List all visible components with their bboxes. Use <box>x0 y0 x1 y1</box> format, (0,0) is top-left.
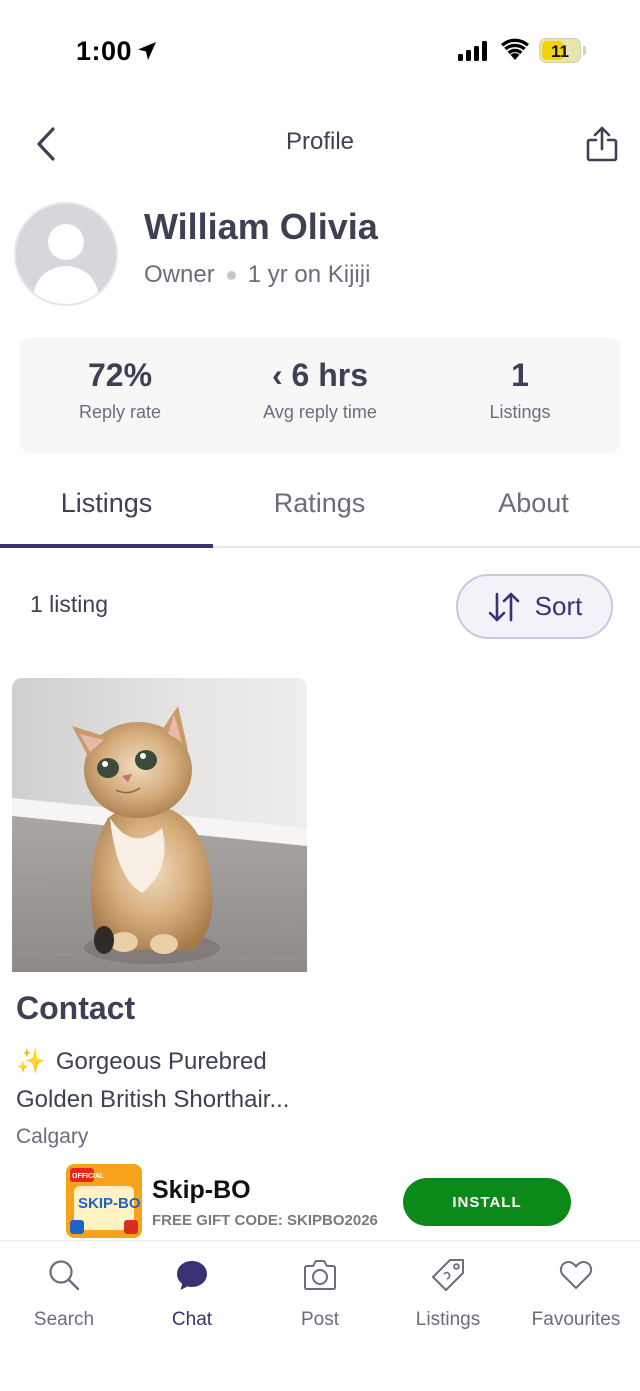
share-button[interactable] <box>582 124 622 164</box>
battery-percent: 11 <box>551 42 569 61</box>
tab-listings[interactable]: Listings <box>0 488 213 519</box>
tag-icon <box>384 1255 512 1295</box>
ad-subtitle: FREE GIFT CODE: SKIPBO2026 <box>152 1212 378 1229</box>
nav-label: Post <box>300 1309 340 1330</box>
listing-photo[interactable] <box>12 678 307 972</box>
battery-indicator: 11 <box>539 38 581 63</box>
signal-icon <box>458 41 487 61</box>
chat-icon <box>128 1255 256 1295</box>
bottom-nav: Search Chat Post Listings Favourites <box>0 1240 640 1391</box>
sort-arrows-icon <box>488 592 519 621</box>
tab-about[interactable]: About <box>427 488 640 519</box>
user-placeholder-icon <box>16 204 116 304</box>
listing-price: Contact <box>16 990 136 1026</box>
wifi-icon <box>501 38 529 60</box>
sparkles-icon: ✨ <box>16 1048 46 1075</box>
listing-card[interactable]: Contact ✨ Gorgeous Purebred Golden Britis… <box>12 678 308 1149</box>
stat-listings: 1 Listings <box>420 357 620 423</box>
nav-post[interactable]: Post <box>256 1255 384 1331</box>
profile-tenure: 1 yr on Kijiji <box>247 261 371 288</box>
page-title: Profile <box>285 128 355 155</box>
meta-separator-dot <box>226 270 236 280</box>
listing-title: ✨ Gorgeous Purebred Golden British Shorth… <box>16 1043 316 1119</box>
stat-label: Listings <box>489 402 551 422</box>
tab-ratings[interactable]: Ratings <box>213 488 426 519</box>
nav-listings[interactable]: Listings <box>384 1255 512 1331</box>
listing-title-text: Gorgeous Purebred Golden British Shortha… <box>16 1048 290 1113</box>
stat-label: Reply rate <box>78 402 162 422</box>
avatar <box>14 202 118 306</box>
nav-label: Search <box>33 1309 95 1330</box>
ad-logo-badge: OFFICIAL <box>72 1173 105 1180</box>
nav-favourites[interactable]: Favourites <box>512 1255 640 1331</box>
stat-reply-rate: 72% Reply rate <box>20 357 220 423</box>
sort-button[interactable]: Sort <box>456 574 613 639</box>
nav-chat[interactable]: Chat <box>128 1255 256 1331</box>
stat-value: 1 <box>511 357 529 393</box>
battery-cap <box>583 46 586 55</box>
profile-role: Owner <box>144 261 215 288</box>
listing-location: Calgary <box>16 1125 89 1148</box>
stat-label: Avg reply time <box>263 402 377 422</box>
nav-search[interactable]: Search <box>0 1255 128 1331</box>
heart-icon <box>512 1255 640 1295</box>
share-icon <box>586 126 618 162</box>
profile-name: William Olivia <box>144 206 378 247</box>
ad-logo-text: SKIP-BO <box>78 1195 141 1212</box>
ad-banner[interactable]: OFFICIAL SKIP-BO Skip-BO FREE GIFT CODE:… <box>66 1162 576 1240</box>
header: Profile <box>0 110 640 176</box>
status-bar: 1:00 11 <box>0 0 640 100</box>
search-icon <box>0 1255 128 1295</box>
status-time: 1:00 <box>76 36 133 66</box>
camera-icon <box>256 1255 384 1295</box>
stats-card: 72% Reply rate ‹ 6 hrs Avg reply time 1 … <box>20 337 620 454</box>
nav-label: Listings <box>415 1309 481 1330</box>
active-tab-indicator <box>0 544 213 548</box>
sort-label: Sort <box>534 591 583 621</box>
skip-bo-logo: OFFICIAL SKIP-BO <box>66 1164 142 1238</box>
profile-meta: Owner 1 yr on Kijiji <box>144 261 370 289</box>
stat-value: ‹ 6 hrs <box>271 357 369 393</box>
location-arrow-icon <box>138 42 156 60</box>
nav-label: Favourites <box>531 1309 621 1330</box>
profile-tabs: Listings Ratings About <box>0 472 640 548</box>
install-button[interactable]: INSTALL <box>403 1178 571 1226</box>
listing-count: 1 listing <box>30 591 108 617</box>
stat-value: 72% <box>87 357 153 393</box>
nav-label: Chat <box>171 1309 213 1330</box>
stat-avg-reply-time: ‹ 6 hrs Avg reply time <box>220 357 420 423</box>
ad-title: Skip-BO <box>152 1176 251 1204</box>
